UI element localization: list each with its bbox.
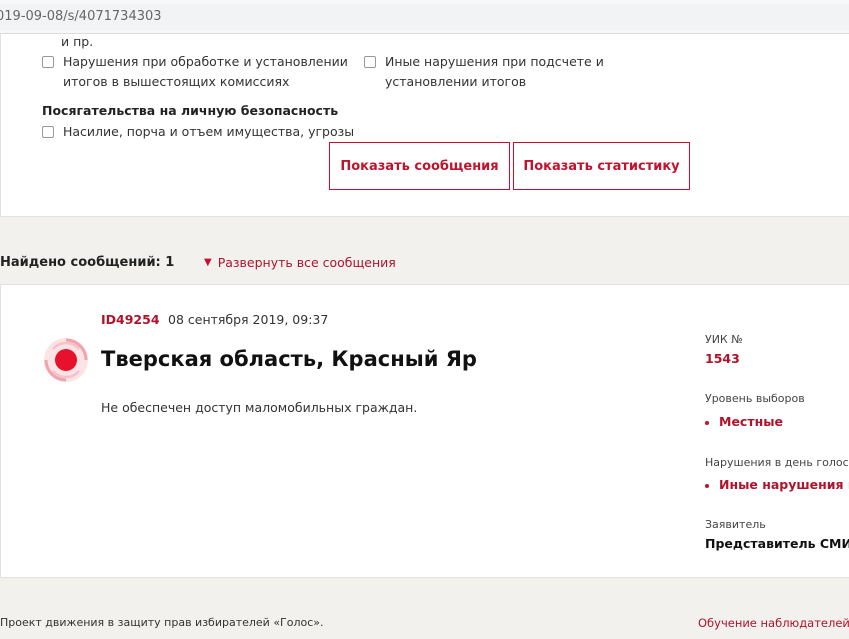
message-card: ID49254 08 сентября 2019, 09:37 Тверская…	[0, 284, 849, 578]
footer-text: Проект движения в защиту прав избирателе…	[0, 616, 324, 629]
message-title: Тверская область, Красный Яр	[101, 347, 477, 371]
applicant-label: Заявитель	[705, 518, 766, 531]
checkbox-label: Нарушения при обработке и установлении ит…	[63, 54, 348, 89]
uik-label: УИК №	[705, 333, 743, 346]
browser-address-bar: 019-09-08/s/4071734303	[0, 0, 849, 34]
checkbox-label: Иные нарушения при подсчете и установлени…	[385, 54, 604, 89]
violations-label: Нарушения в день голосова	[705, 456, 849, 469]
checkbox[interactable]	[364, 56, 376, 68]
checkbox[interactable]	[42, 56, 54, 68]
election-level-value[interactable]: Местные	[705, 414, 783, 429]
election-level-label: Уровень выборов	[705, 392, 805, 405]
message-date: 08 сентября 2019, 09:37	[168, 312, 329, 327]
triangle-down-icon: ▼	[204, 257, 212, 268]
filter-checkbox-row[interactable]: Нарушения при обработке и установлении ит…	[42, 52, 348, 92]
show-statistics-button[interactable]: Показать статистику	[513, 142, 690, 190]
applicant-value: Представитель СМИ	[705, 536, 849, 551]
filter-label-fragment: и пр.	[61, 34, 94, 49]
filter-checkbox-row[interactable]: Иные нарушения при подсчете и установлени…	[364, 52, 604, 92]
url-field[interactable]: 019-09-08/s/4071734303	[0, 4, 849, 30]
message-text: Не обеспечен доступ маломобильных гражда…	[101, 400, 418, 415]
checkbox-label: Насилие, порча и отъем имущества, угрозы	[63, 124, 355, 139]
filter-checkbox-row[interactable]: Насилие, порча и отъем имущества, угрозы	[42, 122, 354, 142]
violations-value[interactable]: Иные нарушения в д	[705, 477, 849, 492]
uik-value-link[interactable]: 1543	[705, 351, 740, 366]
show-messages-button[interactable]: Показать сообщения	[329, 142, 510, 190]
results-count: Найдено сообщений: 1	[0, 255, 175, 270]
bullet-dot	[705, 420, 709, 425]
checkbox[interactable]	[42, 126, 54, 138]
observer-training-link[interactable]: Обучение наблюдателей	[698, 616, 849, 630]
bullet-dot	[705, 483, 709, 488]
expand-all-link[interactable]: ▼ Развернуть все сообщения	[204, 255, 396, 270]
message-id-link[interactable]: ID49254	[101, 312, 160, 327]
expand-all-label: Развернуть все сообщения	[217, 255, 396, 270]
filter-group-title: Посягательства на личную безопасность	[42, 103, 339, 118]
filter-panel: и пр. Нарушения при обработке и установл…	[0, 34, 849, 217]
alert-signal-icon	[44, 338, 88, 382]
